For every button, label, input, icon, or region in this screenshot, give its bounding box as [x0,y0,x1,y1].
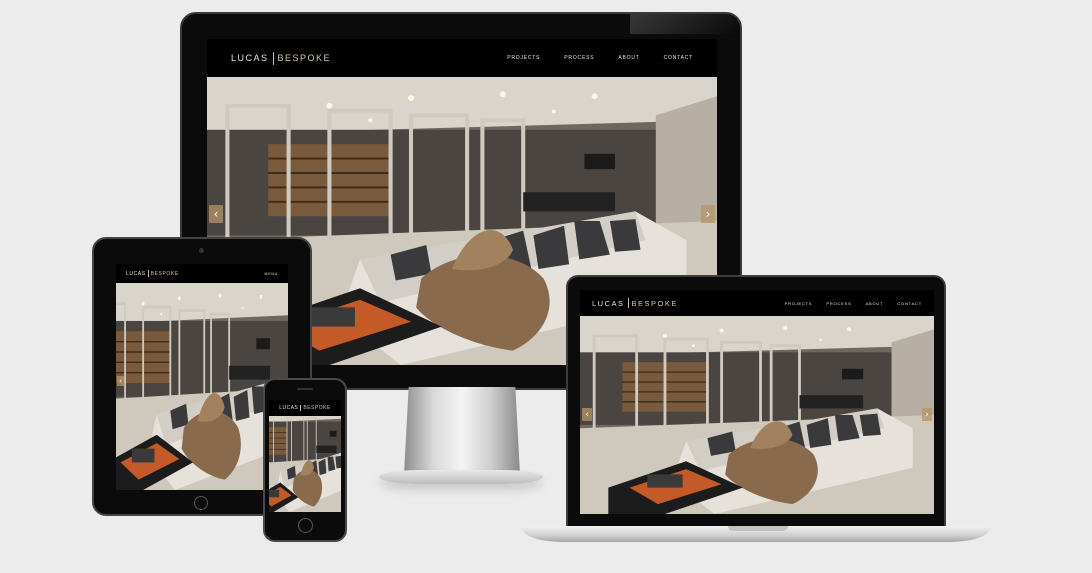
laptop-prev-slide-button[interactable]: ‹ [582,408,592,421]
tablet-nav: MENU [264,272,278,276]
tablet-camera [199,248,204,253]
phone-home-button[interactable] [298,518,313,533]
phone: LUCAS BESPOKE [263,378,347,542]
chevron-left-icon: ‹ [213,207,219,221]
tablet-home-button[interactable] [194,496,208,510]
laptop-next-slide-button[interactable]: › [922,408,932,421]
phone-logo-bespoke: BESPOKE [303,405,331,411]
tablet-prev-slide-button[interactable]: ‹ [117,376,124,386]
nav-process[interactable]: PROCESS [564,55,594,61]
next-slide-button[interactable]: › [701,205,715,223]
laptop-nav-about[interactable]: ABOUT [866,301,884,306]
prev-slide-button[interactable]: ‹ [209,205,223,223]
logo-separator [272,51,274,65]
phone-screen: LUCAS BESPOKE [269,400,341,512]
nav-projects[interactable]: PROJECTS [507,55,540,61]
laptop-nav: PROJECTS PROCESS ABOUT CONTACT [785,301,922,306]
tablet-site-header: LUCAS BESPOKE MENU [116,264,288,283]
phone-site-logo[interactable]: LUCAS BESPOKE [279,405,331,411]
site-logo[interactable]: LUCAS BESPOKE [231,51,332,65]
phone-logo-separator [300,405,302,411]
laptop-chevron-left-icon: ‹ [585,409,589,420]
chevron-right-icon: › [705,207,711,221]
phone-hero-image [269,416,341,512]
laptop-logo-bespoke: BESPOKE [631,298,678,308]
laptop-nav-process[interactable]: PROCESS [826,301,851,306]
site-header: LUCAS BESPOKE PROJECTS PROCESS ABOUT CON… [207,39,717,77]
monitor-glare [630,14,738,34]
laptop-notch [728,526,788,531]
laptop-site-logo[interactable]: LUCAS BESPOKE [592,298,678,308]
phone-site-header: LUCAS BESPOKE [269,400,341,416]
monitor-stand-base [379,470,543,484]
monitor-stand-neck [404,387,520,475]
laptop-screen: LUCAS BESPOKE PROJECTS PROCESS ABOUT CON… [580,290,934,514]
tablet-logo-bespoke: BESPOKE [150,270,179,277]
laptop-chevron-right-icon: › [925,409,929,420]
laptop-nav-contact[interactable]: CONTACT [897,301,922,306]
phone-logo-lucas: LUCAS [279,405,299,411]
laptop-logo-separator [627,298,629,308]
laptop-nav-projects[interactable]: PROJECTS [785,301,813,306]
tablet-chevron-left-icon: ‹ [119,377,122,385]
phone-speaker [297,388,313,390]
logo-bespoke: BESPOKE [277,53,332,63]
logo-lucas: LUCAS [231,53,269,63]
nav-about[interactable]: ABOUT [618,55,639,61]
laptop-logo-lucas: LUCAS [592,298,625,308]
nav-contact[interactable]: CONTACT [664,55,693,61]
laptop-hero-image [580,316,934,514]
tablet-menu-button[interactable]: MENU [264,272,278,276]
laptop: LUCAS BESPOKE PROJECTS PROCESS ABOUT CON… [566,275,946,529]
tablet-logo-separator [147,270,149,277]
laptop-site-header: LUCAS BESPOKE PROJECTS PROCESS ABOUT CON… [580,290,934,316]
tablet-logo-lucas: LUCAS [126,270,146,277]
site-nav: PROJECTS PROCESS ABOUT CONTACT [507,55,693,61]
tablet-site-logo[interactable]: LUCAS BESPOKE [126,270,179,277]
